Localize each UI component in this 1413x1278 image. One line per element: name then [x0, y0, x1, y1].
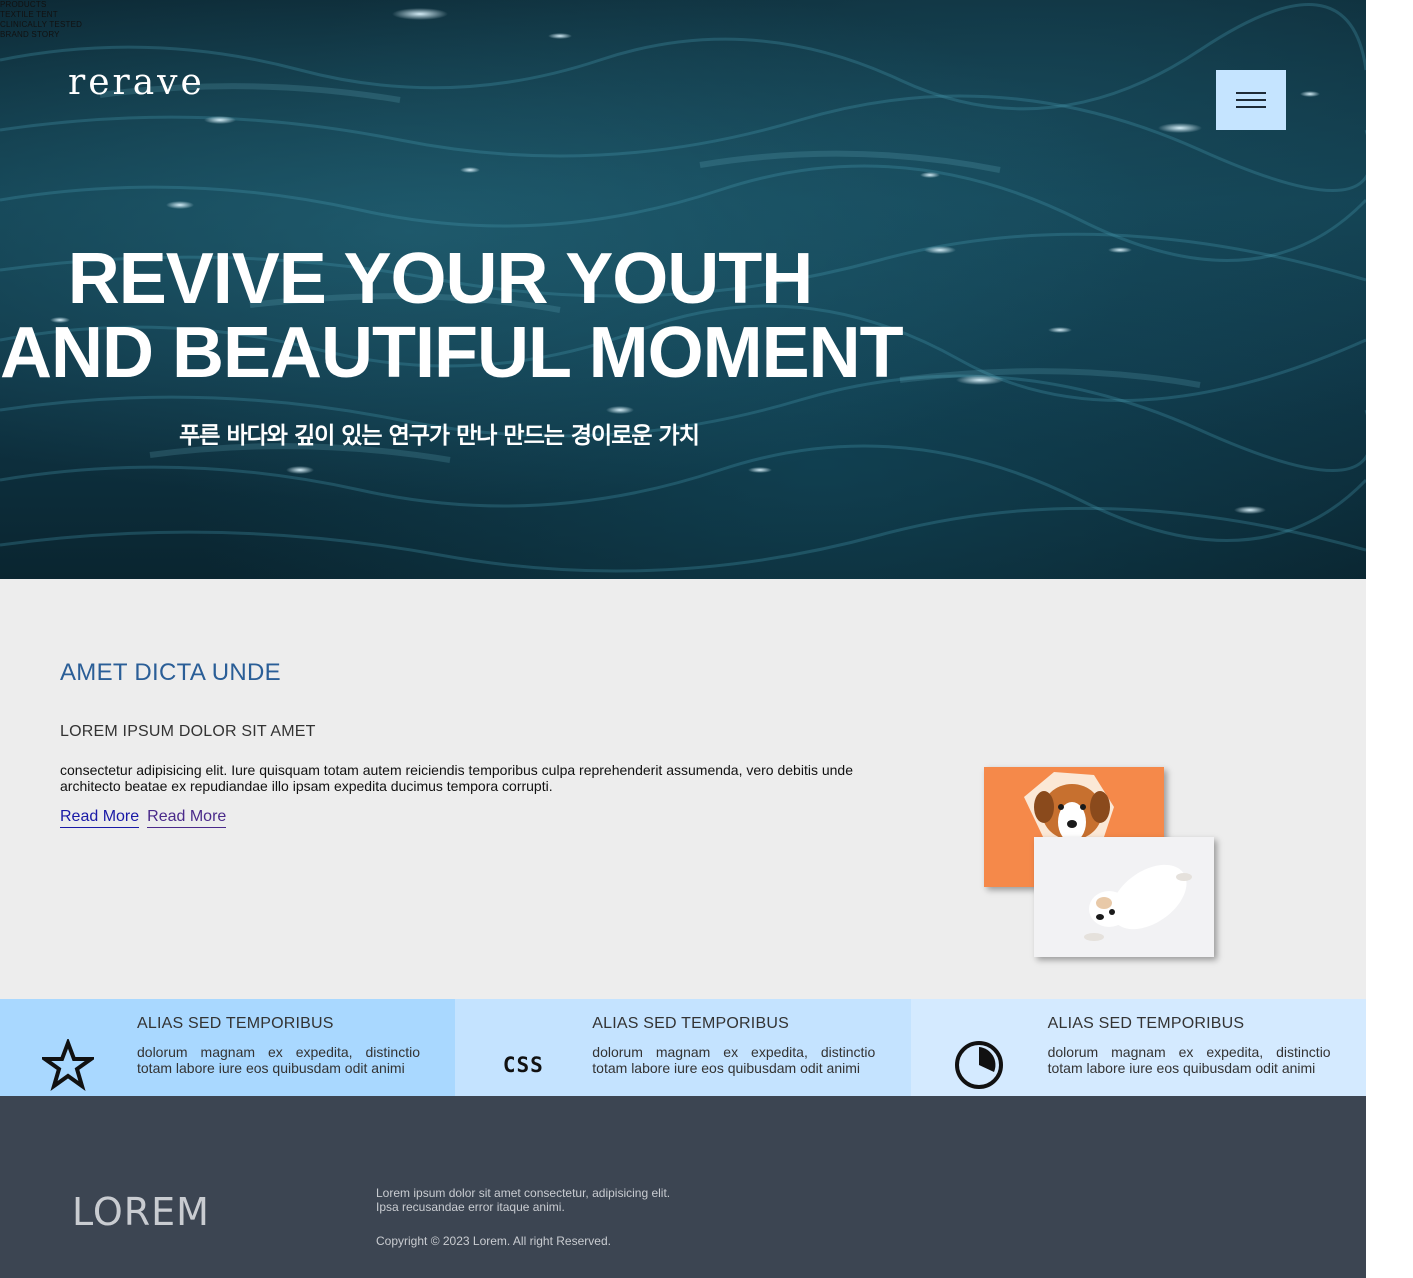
hamburger-icon-line [1236, 106, 1266, 108]
star-icon [42, 1039, 94, 1091]
section-subheading: LOREM IPSUM DOLOR SIT AMET [60, 723, 316, 740]
hero-title-line1: REVIVE YOUR YOUTH [67, 239, 814, 319]
feature-text: dolorum magnam ex expedita, distinctio t… [1047, 1044, 1331, 1076]
css-icon-label: CSS [502, 1053, 544, 1077]
footer: LOREM Lorem ipsum dolor sit amet consect… [0, 1096, 1366, 1278]
hamburger-menu-button[interactable] [1216, 70, 1286, 130]
footer-text: Lorem ipsum dolor sit amet consectetur, … [376, 1186, 671, 1214]
copyright-text: Copyright © 2023 Lorem. All right Reserv… [376, 1234, 611, 1248]
hero-title: REVIVE YOUR YOUTH AND BEAUTIFUL MOMENT [0, 239, 904, 393]
feature-card: ALIAS SED TEMPORIBUS dolorum magnam ex e… [910, 999, 1366, 1096]
hamburger-icon-line [1236, 99, 1266, 101]
hero-section: rerave REVIVE YOUR YOUTH AND BEAUTIFUL M… [0, 0, 1366, 579]
top-nav-clinically-tested[interactable]: CLINICALLY TESTED [0, 20, 82, 30]
feature-text: dolorum magnam ex expedita, distinctio t… [592, 1044, 876, 1076]
brand-logo[interactable]: rerave [68, 62, 205, 103]
puppy-white-photo [1034, 837, 1214, 957]
section-heading: AMET DICTA UNDE [60, 659, 281, 686]
top-nav: PRODUCTS TEXTILE TENT CLINICALLY TESTED … [0, 0, 82, 40]
feature-title: ALIAS SED TEMPORIBUS [592, 1015, 789, 1032]
read-more-links: Read More Read More [60, 808, 234, 828]
top-nav-brand-story[interactable]: BRAND STORY [0, 30, 82, 40]
hero-subtitle: 푸른 바다와 깊이 있는 연구가 만나 만드는 경이로운 가치 [179, 423, 700, 449]
features-strip: ALIAS SED TEMPORIBUS dolorum magnam ex e… [0, 999, 1366, 1096]
feature-title: ALIAS SED TEMPORIBUS [1047, 1015, 1245, 1032]
feature-card: CSS ALIAS SED TEMPORIBUS dolorum magnam … [455, 999, 911, 1096]
hamburger-icon [1236, 92, 1266, 94]
css-icon: CSS [497, 1039, 549, 1091]
pie-timer-icon [953, 1039, 1005, 1091]
top-nav-textile-tent[interactable]: TEXTILE TENT [0, 10, 82, 20]
feature-card: ALIAS SED TEMPORIBUS dolorum magnam ex e… [0, 999, 456, 1096]
top-nav-products[interactable]: PRODUCTS [0, 0, 82, 10]
hero-title-line2: AND BEAUTIFUL MOMENT [0, 313, 904, 393]
feature-text: dolorum magnam ex expedita, distinctio t… [137, 1044, 420, 1076]
feature-title: ALIAS SED TEMPORIBUS [137, 1015, 334, 1032]
read-more-link[interactable]: Read More [60, 808, 140, 828]
section-body: consectetur adipisicing elit. Iure quisq… [60, 762, 853, 794]
read-more-link[interactable]: Read More [147, 808, 227, 828]
footer-logo: LOREM [72, 1190, 210, 1234]
